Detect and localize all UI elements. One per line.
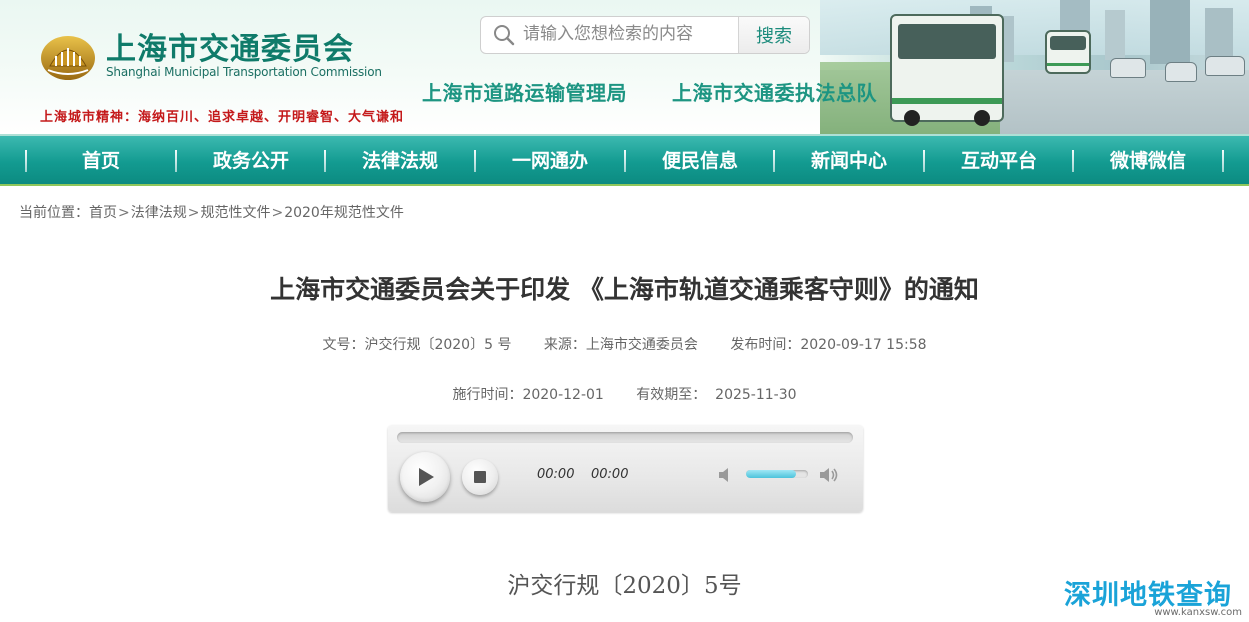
article-validity: 施行时间：2020-12-01 有效期至： 2025-11-30 (0, 384, 1249, 404)
valid-until: 有效期至： 2025-11-30 (636, 387, 797, 403)
doc-number: 文号：沪交行规〔2020〕5 号 (322, 337, 512, 353)
nav-item-home[interactable]: 首页 (26, 136, 176, 186)
search-input[interactable] (523, 17, 733, 51)
nav-item-interaction[interactable]: 互动平台 (924, 136, 1074, 186)
play-icon (419, 468, 434, 486)
article-source: 来源：上海市交通委员会 (543, 337, 698, 353)
stop-button[interactable] (462, 459, 498, 495)
breadcrumb: 当前位置：首页>法律法规>规范性文件>2020年规范性文件 (19, 205, 404, 221)
watermark-url: www.kanxsw.com (1154, 607, 1242, 618)
current-time: 00:00 (537, 467, 575, 482)
breadcrumb-item-home[interactable]: 首页 (89, 205, 117, 221)
bus-image (890, 14, 1004, 126)
mute-icon[interactable] (716, 464, 738, 486)
audio-progress-bar[interactable] (397, 432, 853, 443)
search-button[interactable]: 搜索 (738, 17, 809, 53)
audio-player: 00:00 00:00 (388, 425, 863, 512)
bus-image (1045, 30, 1091, 74)
breadcrumb-prefix: 当前位置： (19, 205, 89, 221)
nav-item-laws[interactable]: 法律法规 (325, 136, 475, 186)
article-meta: 文号：沪交行规〔2020〕5 号 来源：上海市交通委员会 发布时间：2020-0… (0, 334, 1249, 354)
publish-time: 发布时间：2020-09-17 15:58 (730, 337, 927, 353)
road-transport-bureau-link[interactable]: 上海市道路运输管理局 (422, 77, 627, 106)
nav-item-weibo-wechat[interactable]: 微博微信 (1073, 136, 1223, 186)
nav-item-public-info[interactable]: 便民信息 (625, 136, 775, 186)
site-subtitle-english: Shanghai Municipal Transportation Commis… (106, 65, 382, 79)
city-spirit-slogan: 上海城市精神：海纳百川、追求卓越、开明睿智、大气谦和 (40, 110, 405, 125)
search-bar: 搜索 (480, 16, 810, 54)
document-number-heading: 沪交行规〔2020〕5号 (507, 573, 742, 599)
main-nav: 首页 政务公开 法律法规 一网通办 便民信息 新闻中心 互动平台 微博微信 (0, 134, 1249, 186)
stop-icon (474, 471, 486, 483)
enforcement-corps-link[interactable]: 上海市交通委执法总队 (672, 77, 877, 106)
site-title: 上海市交通委员会 (106, 32, 354, 67)
nav-item-government-affairs[interactable]: 政务公开 (176, 136, 326, 186)
effective-date: 施行时间：2020-12-01 (452, 387, 604, 403)
commission-logo-icon (41, 36, 95, 80)
nav-item-news-center[interactable]: 新闻中心 (774, 136, 924, 186)
site-header: 上海市交通委员会 Shanghai Municipal Transportati… (0, 0, 1249, 134)
volume-level (746, 470, 796, 478)
volume-slider[interactable] (746, 470, 808, 478)
play-button[interactable] (400, 452, 450, 502)
breadcrumb-item-2020-docs[interactable]: 2020年规范性文件 (284, 205, 404, 221)
article-title: 上海市交通委员会关于印发 《上海市轨道交通乘客守则》的通知 (270, 275, 979, 304)
header-banner-photo (820, 0, 1249, 134)
nav-item-one-stop-service[interactable]: 一网通办 (475, 136, 625, 186)
volume-max-icon[interactable] (818, 464, 840, 486)
breadcrumb-item-laws[interactable]: 法律法规 (131, 205, 187, 221)
duration-time: 00:00 (591, 467, 629, 482)
breadcrumb-item-normative-docs[interactable]: 规范性文件 (200, 205, 270, 221)
watermark: 深圳地铁查询 www.kanxsw.com (1064, 573, 1246, 621)
search-icon (494, 25, 515, 46)
